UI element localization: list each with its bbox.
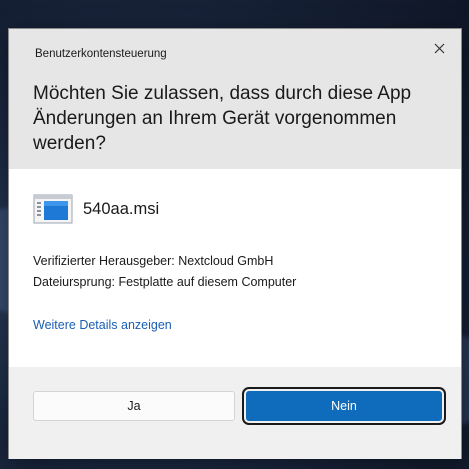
dialog-header: Benutzerkontensteuerung Möchten Sie zula… xyxy=(9,29,461,169)
dialog-title: Benutzerkontensteuerung xyxy=(35,48,167,60)
close-icon xyxy=(434,43,444,53)
no-button[interactable]: Nein xyxy=(242,387,446,425)
uac-dialog: Benutzerkontensteuerung Möchten Sie zula… xyxy=(8,28,462,459)
dialog-footer: Ja Nein xyxy=(9,367,461,459)
yes-button[interactable]: Ja xyxy=(33,391,235,421)
file-row: 540aa.msi xyxy=(33,194,159,224)
publisher-line: Verifizierter Herausgeber: Nextcloud Gmb… xyxy=(33,254,274,268)
installer-package-icon xyxy=(33,194,73,224)
uac-question: Möchten Sie zulassen, dass durch diese A… xyxy=(33,83,412,154)
file-info: Verifizierter Herausgeber: Nextcloud Gmb… xyxy=(33,251,296,293)
more-details-link[interactable]: Weitere Details anzeigen xyxy=(33,318,172,332)
origin-line: Dateiursprung: Festplatte auf diesem Com… xyxy=(33,275,297,289)
file-name: 540aa.msi xyxy=(83,199,160,218)
close-button[interactable] xyxy=(427,37,451,59)
